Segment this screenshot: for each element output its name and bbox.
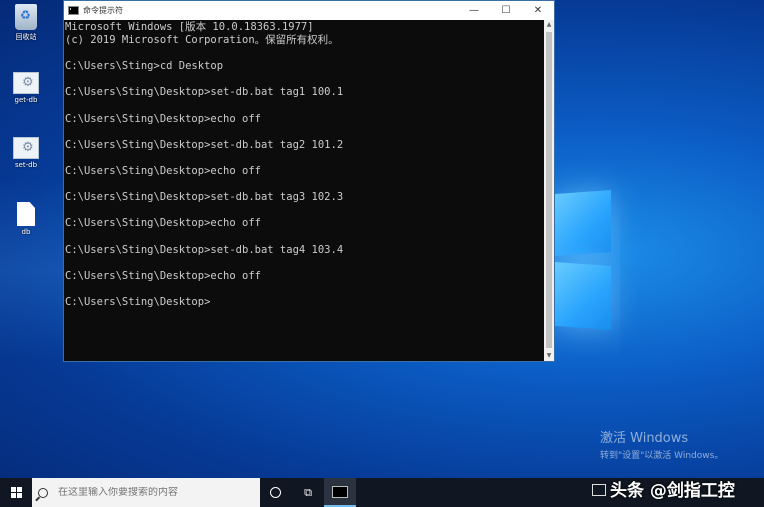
console-line: C:\Users\Sting\Desktop>set-db.bat tag3 1… [65, 191, 344, 204]
batch-file-icon [13, 137, 39, 159]
batch-file-icon [13, 72, 39, 94]
console-line: C:\Users\Sting\Desktop>echo off [65, 112, 261, 125]
command-prompt-window[interactable]: 命令提示符 — ☐ ✕ Microsoft Windows [版本 10.0.1… [63, 0, 555, 362]
cmd-app-icon [332, 486, 348, 498]
console-line: C:\Users\Sting\Desktop>echo off [65, 217, 261, 230]
console-line: Microsoft Windows [版本 10.0.18363.1977] [65, 21, 314, 33]
scroll-up-icon[interactable]: ▲ [544, 20, 554, 30]
search-input[interactable] [58, 487, 248, 498]
desktop-icon-set-db[interactable]: set-db [4, 137, 48, 169]
maximize-button[interactable]: ☐ [490, 1, 522, 20]
activation-subtitle: 转到"设置"以激活 Windows。 [600, 451, 724, 461]
console-line: C:\Users\Sting\Desktop> [65, 295, 211, 308]
desktop-icon-label: db [21, 228, 31, 236]
desktop-icon-label: set-db [14, 161, 38, 169]
windows-logo-icon [11, 487, 16, 492]
close-button[interactable]: ✕ [522, 1, 554, 20]
desktop-icon-label: get-db [14, 96, 38, 104]
task-view-button[interactable]: ⧉ [292, 478, 324, 507]
text-file-icon [17, 202, 35, 226]
activation-watermark: 激活 Windows 转到"设置"以激活 Windows。 [600, 427, 723, 461]
vertical-scrollbar[interactable]: ▲ ▼ [544, 20, 554, 361]
minimize-button[interactable]: — [458, 1, 490, 20]
desktop-icon-recycle-bin[interactable]: 回收站 [4, 4, 48, 42]
desktop-icon-get-db[interactable]: get-db [4, 72, 48, 104]
console-line: C:\Users\Sting>cd Desktop [65, 60, 224, 73]
console-line: (c) 2019 Microsoft Corporation。保留所有权利。 [65, 34, 339, 47]
console-line: C:\Users\Sting\Desktop>set-db.bat tag2 1… [65, 138, 344, 151]
start-button[interactable] [0, 478, 32, 507]
desktop-icon-db[interactable]: db [4, 202, 48, 236]
taskbar-app-command-prompt[interactable] [324, 478, 356, 507]
console-line: C:\Users\Sting\Desktop>set-db.bat tag4 1… [65, 243, 344, 256]
console-line: C:\Users\Sting\Desktop>echo off [65, 269, 261, 282]
recycle-bin-icon [15, 4, 37, 30]
brand-overlay: 头条 @剑指工控 [610, 481, 735, 501]
console-line: C:\Users\Sting\Desktop>set-db.bat tag1 1… [65, 86, 344, 99]
console-line: C:\Users\Sting\Desktop>echo off [65, 165, 261, 178]
window-titlebar[interactable]: 命令提示符 — ☐ ✕ [64, 1, 554, 20]
activation-title: 激活 Windows [600, 431, 689, 446]
windows-wallpaper-logo [555, 190, 615, 338]
scrollbar-thumb[interactable] [546, 32, 552, 348]
keyboard-icon[interactable] [592, 484, 606, 496]
search-icon [38, 487, 48, 498]
cmd-icon [68, 6, 79, 15]
console-output[interactable]: Microsoft Windows [版本 10.0.18363.1977] (c… [64, 20, 544, 361]
scroll-down-icon[interactable]: ▼ [544, 351, 554, 361]
taskbar-search-box[interactable] [32, 478, 260, 507]
window-title: 命令提示符 [83, 6, 123, 15]
desktop-icon-label: 回收站 [15, 33, 37, 41]
cortana-button[interactable] [260, 478, 292, 507]
